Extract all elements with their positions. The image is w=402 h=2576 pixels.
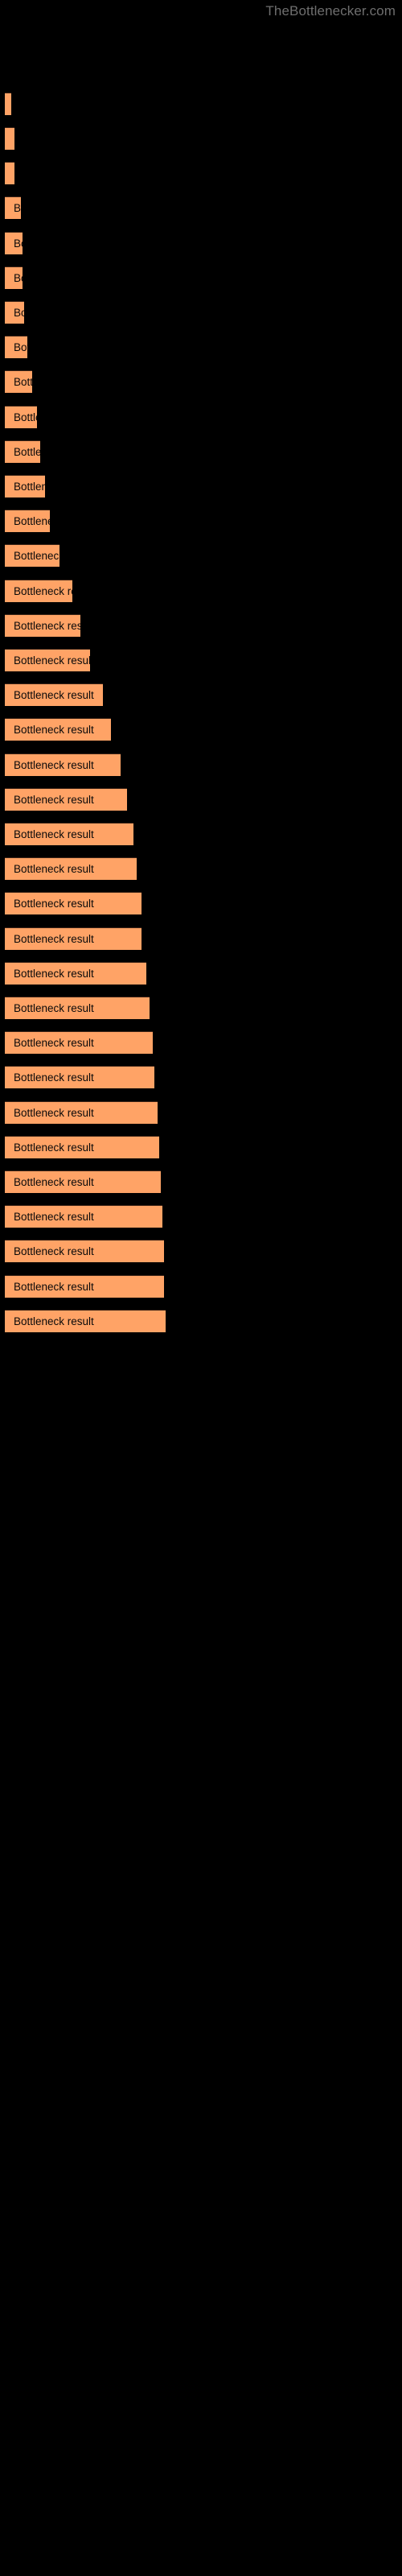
bar[interactable]: Bottleneck result xyxy=(5,788,127,811)
bar-label: Bottleneck result xyxy=(14,759,94,771)
bar-label: Bottleneck result xyxy=(14,481,45,493)
bar[interactable]: Bottleneck result xyxy=(5,370,32,393)
bar-label: Bottleneck result xyxy=(14,446,40,458)
bar-label: Bottleneck result xyxy=(14,585,72,597)
bar[interactable]: Bottleneck result xyxy=(5,1205,162,1228)
bar[interactable]: Bottleneck result xyxy=(5,336,27,358)
bar-label: Bottleneck result xyxy=(14,237,23,250)
bar-label: Bottleneck result xyxy=(14,307,24,319)
bar[interactable]: Bottleneck result xyxy=(5,614,80,637)
bar-label: Bottleneck result xyxy=(14,1107,94,1119)
bar[interactable]: Bottleneck result xyxy=(5,997,150,1019)
bar[interactable]: Bottleneck result xyxy=(5,475,45,497)
bar-label: Bottleneck result xyxy=(14,1281,94,1293)
bar[interactable]: Bottleneck result xyxy=(5,266,23,289)
bar[interactable]: Bottleneck result xyxy=(5,683,103,706)
bar[interactable]: Bottleneck result xyxy=(5,232,23,254)
bar[interactable]: Bottleneck result xyxy=(5,857,137,880)
bar[interactable]: Bottleneck result xyxy=(5,718,111,741)
bar[interactable]: Bottleneck result xyxy=(5,892,142,914)
bar-label: Bottleneck result xyxy=(14,898,94,910)
bar[interactable]: Bottleneck result xyxy=(5,1240,164,1262)
horizontal-bar-chart: Bottleneck result Bottleneck result Bottle… xyxy=(0,0,402,2576)
bar[interactable]: Bottleneck result xyxy=(5,93,11,115)
bar-label: Bottleneck result xyxy=(14,1176,94,1188)
bar-label: Bottleneck result xyxy=(14,341,27,353)
bar-label: Bottleneck result xyxy=(14,550,59,562)
bar[interactable]: Bottleneck result xyxy=(5,544,59,567)
bar-label: Bottleneck result xyxy=(14,1002,94,1014)
bar[interactable]: Bottleneck result xyxy=(5,649,90,671)
bar-label: Bottleneck result xyxy=(14,863,94,875)
bar[interactable]: Bottleneck result xyxy=(5,1170,161,1193)
bar[interactable]: Bottleneck result xyxy=(5,162,14,184)
bar[interactable]: Bottleneck result xyxy=(5,1101,158,1124)
bar[interactable]: Bottleneck result xyxy=(5,753,121,776)
chart-canvas: TheBottlenecker.com Bottleneck resultBot… xyxy=(0,0,402,2576)
bar-label: Bottleneck result xyxy=(14,515,50,527)
bar-label: Bottleneck result xyxy=(14,968,94,980)
bar-label: Bottleneck result xyxy=(14,1245,94,1257)
bar-label: Bottleneck result xyxy=(14,1211,94,1223)
bar-label: Bottleneck result xyxy=(14,689,94,701)
bar-label: Bottleneck result xyxy=(14,202,21,214)
bar[interactable]: Bottleneck result xyxy=(5,406,37,428)
bar-label: Bottleneck result xyxy=(14,1141,94,1154)
bar[interactable]: Bottleneck result xyxy=(5,1031,153,1054)
bar[interactable]: Bottleneck result xyxy=(5,580,72,602)
bar-label: Bottleneck result xyxy=(14,828,94,840)
bar[interactable]: Bottleneck result xyxy=(5,440,40,463)
bar-label: Bottleneck result xyxy=(14,1037,94,1049)
bar-label: Bottleneck result xyxy=(14,1071,94,1084)
bar[interactable]: Bottleneck result xyxy=(5,927,142,950)
bar-label: Bottleneck result xyxy=(14,1315,94,1327)
bar[interactable]: Bottleneck result xyxy=(5,196,21,219)
bar[interactable]: Bottleneck result xyxy=(5,1310,166,1332)
bar[interactable]: Bottleneck result xyxy=(5,301,24,324)
bar-label: Bottleneck result xyxy=(14,724,94,736)
bar-label: Bottleneck result xyxy=(14,272,23,284)
bar[interactable]: Bottleneck result xyxy=(5,127,14,150)
bar-label: Bottleneck result xyxy=(14,411,37,423)
bar[interactable]: Bottleneck result xyxy=(5,962,146,985)
bar[interactable]: Bottleneck result xyxy=(5,1136,159,1158)
bar[interactable]: Bottleneck result xyxy=(5,1066,154,1088)
bar-label: Bottleneck result xyxy=(14,654,90,667)
bar-label: Bottleneck result xyxy=(14,933,94,945)
bar-label: Bottleneck result xyxy=(14,620,80,632)
bar[interactable]: Bottleneck result xyxy=(5,823,133,845)
bar[interactable]: Bottleneck result xyxy=(5,1275,164,1298)
bar-label: Bottleneck result xyxy=(14,376,32,388)
bar-label: Bottleneck result xyxy=(14,794,94,806)
bar[interactable]: Bottleneck result xyxy=(5,510,50,532)
